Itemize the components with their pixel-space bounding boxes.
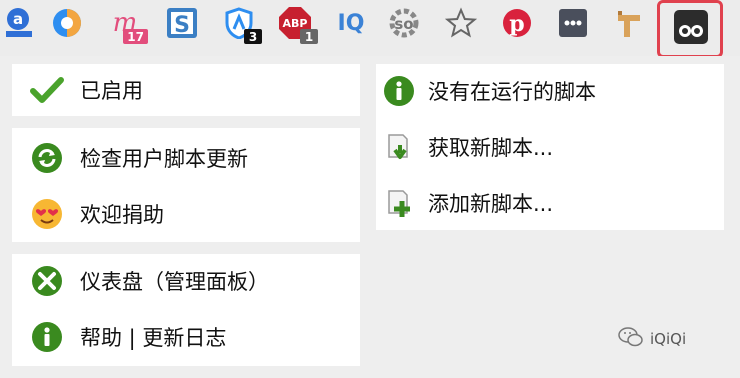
check-updates-label: 检查用户脚本更新 [80, 147, 248, 171]
svg-text:S: S [174, 13, 190, 38]
management-group: 仪表盘（管理面板） 帮助 | 更新日志 [12, 254, 360, 366]
adblock-plus-icon[interactable]: ABP 1 [278, 6, 318, 44]
download-script-icon [382, 130, 416, 164]
svg-text:so: so [394, 15, 413, 33]
svg-text:a: a [13, 10, 23, 28]
tools-icon [30, 264, 64, 298]
status-group: 已启用 [12, 64, 360, 116]
pinterest-icon[interactable]: p [500, 6, 534, 40]
half-circle-extension-icon[interactable] [50, 6, 84, 40]
m-extension-icon[interactable]: m 17 [108, 6, 148, 44]
heart-eyes-emoji-icon [30, 197, 64, 231]
no-running-scripts-label: 没有在运行的脚本 [428, 80, 596, 104]
watermark-text: iQiQi [650, 330, 687, 348]
m-count-badge: 17 [123, 29, 148, 44]
check-updates-item[interactable]: 检查用户脚本更新 [12, 133, 360, 183]
gear-so-extension-icon[interactable]: so [387, 6, 421, 40]
get-new-scripts-label: 获取新脚本... [428, 136, 554, 160]
info-icon [382, 74, 416, 108]
scripts-group: 没有在运行的脚本 获取新脚本... 添加新脚本... [376, 64, 724, 230]
wechat-icon [618, 326, 644, 352]
dashboard-label: 仪表盘（管理面板） [80, 270, 269, 294]
iq-text: IQ [337, 10, 365, 36]
donate-label: 欢迎捐助 [80, 203, 164, 227]
wechat-watermark: iQiQi [618, 326, 686, 352]
no-running-scripts-item: 没有在运行的脚本 [376, 66, 724, 116]
browser-toolbar: a m 17 S 3 ABP 1 IQ so p [0, 0, 740, 58]
add-new-script-item[interactable]: 添加新脚本... [376, 178, 724, 228]
help-changelog-label: 帮助 | 更新日志 [80, 326, 227, 350]
abp-count-badge: 1 [300, 29, 318, 44]
ruler-extension-icon[interactable] [612, 6, 646, 40]
add-script-icon [382, 186, 416, 220]
shield-extension-icon[interactable]: 3 [222, 6, 262, 44]
more-dots-extension-icon[interactable] [556, 6, 590, 40]
add-new-script-label: 添加新脚本... [428, 192, 554, 216]
shield-count-badge: 3 [244, 29, 262, 44]
donate-item[interactable]: 欢迎捐助 [12, 189, 360, 239]
enabled-label: 已启用 [80, 79, 143, 103]
get-new-scripts-item[interactable]: 获取新脚本... [376, 122, 724, 172]
dashboard-item[interactable]: 仪表盘（管理面板） [12, 256, 360, 306]
refresh-icon [30, 141, 64, 175]
svg-text:p: p [509, 11, 524, 37]
actions-group: 检查用户脚本更新 欢迎捐助 [12, 128, 360, 242]
tampermonkey-highlight-box [657, 0, 723, 58]
checkmark-icon [30, 73, 64, 107]
amazon-assistant-icon[interactable]: a [2, 6, 36, 40]
s-extension-icon[interactable]: S [165, 6, 199, 40]
enabled-toggle[interactable]: 已启用 [12, 65, 360, 115]
info-icon [30, 320, 64, 354]
iq-extension-icon[interactable]: IQ [334, 6, 368, 40]
star-bookmark-icon[interactable] [444, 6, 478, 40]
tampermonkey-menu: 已启用 检查用户脚本更新 欢迎捐助 仪表盘（管理面板） 帮助 | 更新日志 没有… [0, 56, 740, 378]
help-changelog-item[interactable]: 帮助 | 更新日志 [12, 312, 360, 362]
